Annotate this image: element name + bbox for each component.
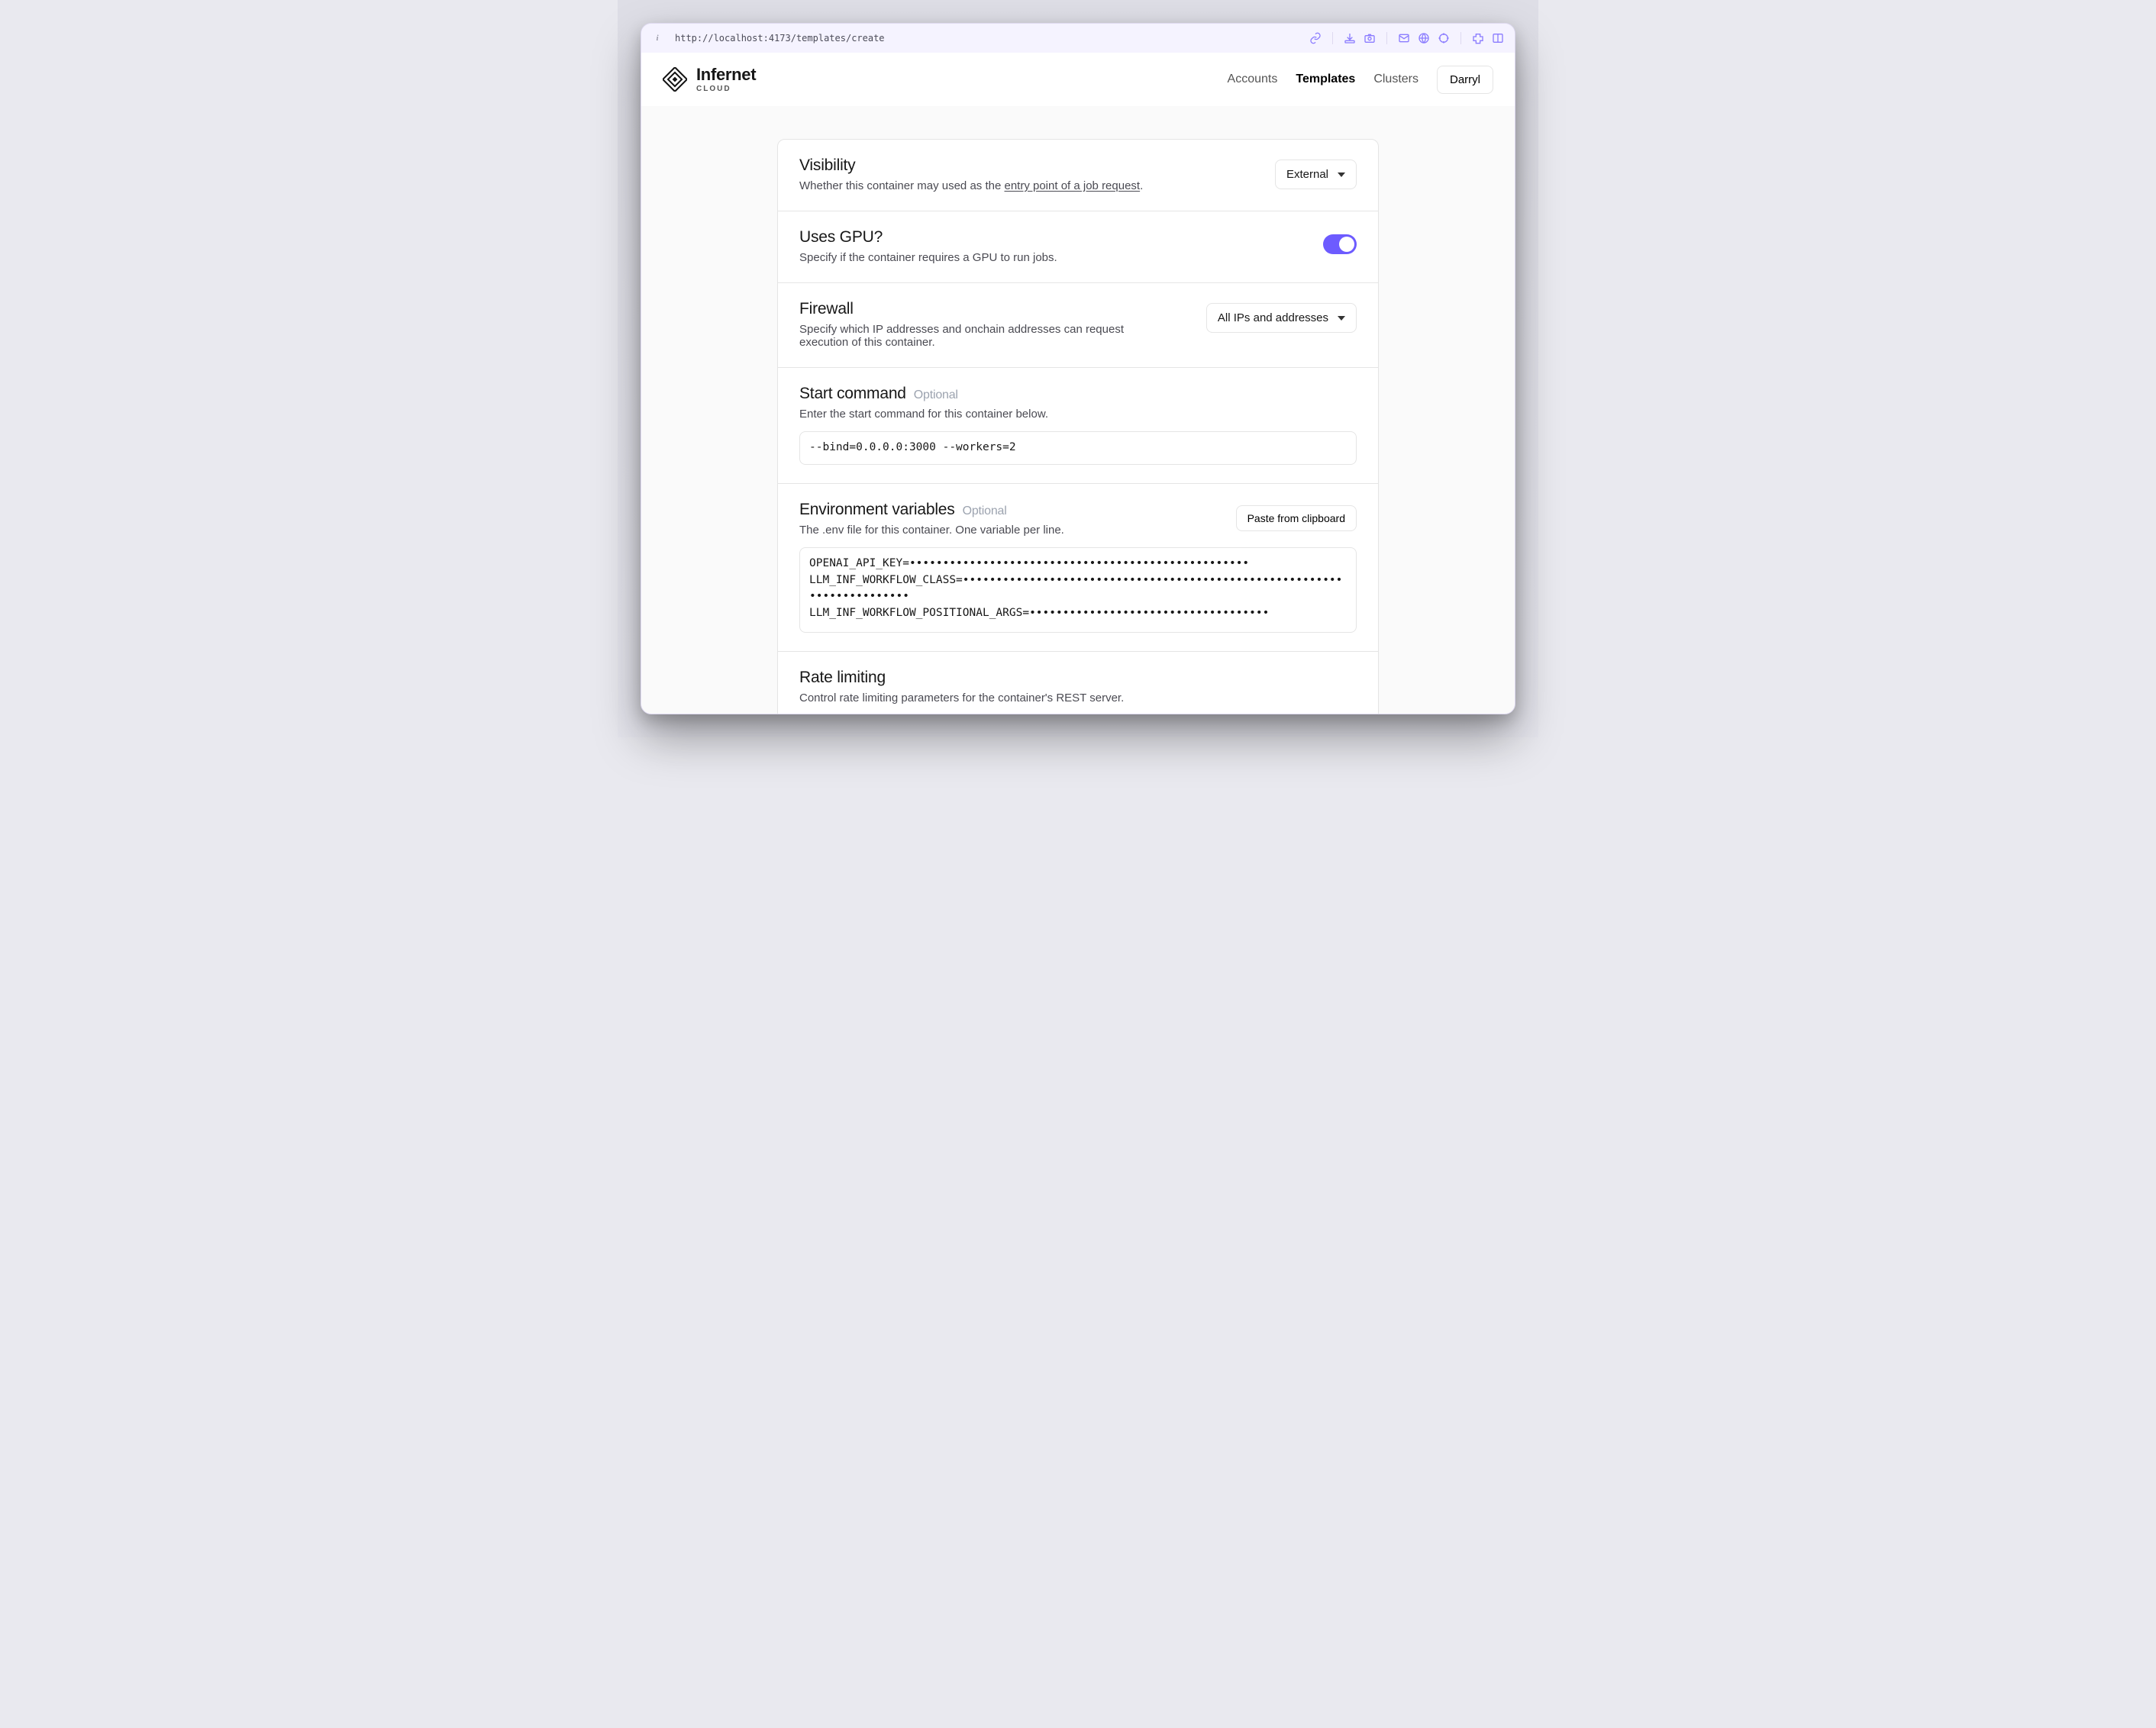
visibility-title: Visibility — [799, 156, 1257, 175]
paste-clipboard-button[interactable]: Paste from clipboard — [1236, 505, 1357, 531]
visibility-dropdown[interactable]: External — [1275, 160, 1357, 189]
camera-icon[interactable] — [1364, 32, 1376, 44]
brand-sub: CLOUD — [696, 85, 756, 93]
browser-window: i http://localhost:4173/templates/create — [641, 23, 1515, 714]
link-icon[interactable] — [1309, 32, 1322, 44]
section-firewall: Firewall Specify which IP addresses and … — [778, 283, 1378, 368]
globe-icon[interactable] — [1418, 32, 1430, 44]
optional-label: Optional — [914, 388, 958, 402]
user-menu-button[interactable]: Darryl — [1437, 66, 1493, 94]
app-viewport: Visibility Whether this container may us… — [641, 53, 1515, 714]
form-card: Visibility Whether this container may us… — [777, 139, 1379, 714]
brand[interactable]: Infernet CLOUD — [663, 66, 756, 93]
rate-title: Rate limiting — [799, 669, 1357, 687]
section-visibility: Visibility Whether this container may us… — [778, 140, 1378, 211]
section-env: Environment variables Optional The .env … — [778, 484, 1378, 652]
info-icon: i — [652, 33, 663, 44]
gpu-toggle[interactable] — [1323, 234, 1357, 254]
panel-icon[interactable] — [1492, 32, 1504, 44]
firewall-desc: Specify which IP addresses and onchain a… — [799, 323, 1166, 349]
url-bar[interactable]: http://localhost:4173/templates/create — [675, 33, 885, 44]
start-command-input[interactable]: --bind=0.0.0.0:3000 --workers=2 — [799, 431, 1357, 465]
gpu-title: Uses GPU? — [799, 228, 1305, 247]
firewall-title: Firewall — [799, 300, 1188, 318]
start-title: Start command — [799, 385, 906, 403]
section-start-command: Start command Optional Enter the start c… — [778, 368, 1378, 484]
rate-desc: Control rate limiting parameters for the… — [799, 692, 1357, 704]
section-gpu: Uses GPU? Specify if the container requi… — [778, 211, 1378, 283]
extension-icon[interactable] — [1472, 32, 1484, 44]
chevron-down-icon — [1338, 172, 1345, 177]
brand-name: Infernet — [696, 66, 756, 83]
mail-icon[interactable] — [1398, 32, 1410, 44]
entry-point-link[interactable]: entry point of a job request — [1004, 179, 1140, 192]
browser-toolbar: i http://localhost:4173/templates/create — [641, 24, 1515, 53]
gpu-desc: Specify if the container requires a GPU … — [799, 251, 1166, 264]
nav-clusters[interactable]: Clusters — [1373, 73, 1419, 86]
optional-label: Optional — [963, 505, 1007, 518]
env-input[interactable]: OPENAI_API_KEY=•••••••••••••••••••••••••… — [799, 547, 1357, 633]
download-icon[interactable] — [1344, 32, 1356, 44]
visibility-desc: Whether this container may used as the e… — [799, 179, 1166, 192]
section-rate-limiting: Rate limiting Control rate limiting para… — [778, 652, 1378, 714]
crosshair-icon[interactable] — [1438, 32, 1450, 44]
ghost-hint — [821, 114, 825, 127]
firewall-dropdown[interactable]: All IPs and addresses — [1206, 303, 1357, 333]
brand-logo-icon — [663, 67, 687, 92]
start-desc: Enter the start command for this contain… — [799, 408, 1166, 421]
env-desc: The .env file for this container. One va… — [799, 524, 1166, 537]
nav-accounts[interactable]: Accounts — [1228, 73, 1278, 86]
nav-templates[interactable]: Templates — [1296, 73, 1355, 86]
chevron-down-icon — [1338, 316, 1345, 321]
env-title: Environment variables — [799, 501, 955, 519]
app-header: Infernet CLOUD Accounts Templates Cluste… — [641, 53, 1515, 106]
